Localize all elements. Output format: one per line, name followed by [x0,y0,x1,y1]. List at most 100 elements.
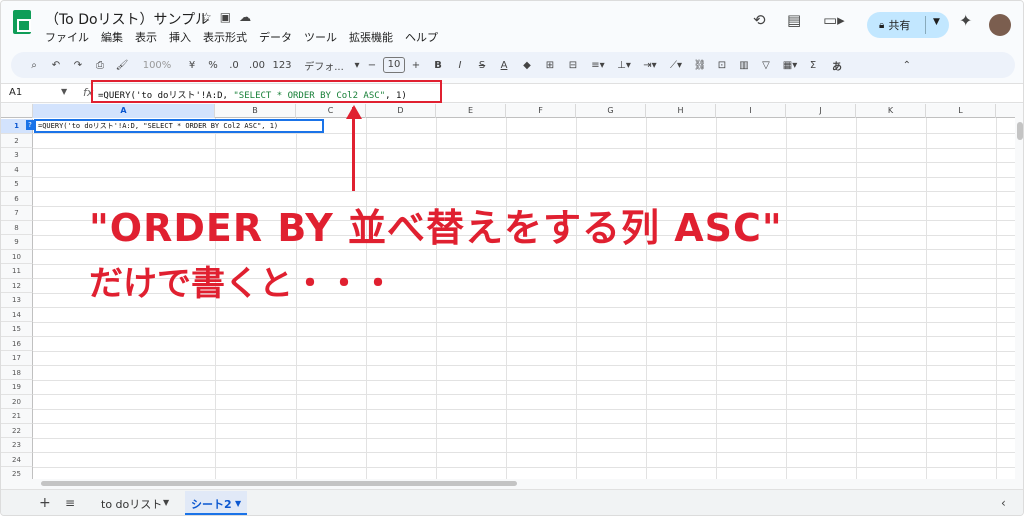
input-tools-button[interactable]: あ [823,58,851,73]
search-menus-icon[interactable]: ⌕ [23,60,45,71]
share-button[interactable]: 🔒︎ 共有 ▼ [867,12,949,38]
insert-chart-icon[interactable]: ▥ [733,60,755,71]
row-header[interactable]: 16 [1,336,33,351]
menu-extensions[interactable]: 拡張機能 [349,29,393,45]
name-box[interactable]: A1 [9,87,22,98]
borders-icon[interactable]: ⊞ [539,60,561,71]
column-header[interactable]: F [506,104,576,118]
row-header[interactable]: 20 [1,394,33,409]
zoom-select[interactable]: 100% [133,60,181,71]
bold-button[interactable]: B [427,60,449,71]
column-header[interactable]: K [856,104,926,118]
menu-file[interactable]: ファイル [45,29,89,45]
name-box-dropdown-icon[interactable]: ▼ [61,87,67,96]
row-header[interactable]: 13 [1,293,33,308]
row-header[interactable]: 12 [1,278,33,293]
row-header[interactable]: 10 [1,249,33,264]
comment-icon[interactable]: ▤ [787,11,801,29]
insert-link-icon[interactable]: ⛓ [689,60,711,71]
italic-button[interactable]: I [449,60,471,71]
text-wrap-icon[interactable]: ⇥▾ [637,60,663,71]
column-header[interactable]: J [786,104,856,118]
text-rotation-icon[interactable]: ⟋▾ [663,60,689,71]
insert-comment-icon[interactable]: ⊡ [711,60,733,71]
sheet-tab-menu-icon[interactable]: ▼ [235,499,241,508]
history-icon[interactable]: ⟲ [753,11,766,29]
row-header[interactable]: 24 [1,452,33,467]
row-header[interactable]: 19 [1,380,33,395]
row-header[interactable]: 21 [1,409,33,424]
row-header[interactable]: 18 [1,365,33,380]
column-header[interactable]: I [716,104,786,118]
sheet-tab-menu-icon[interactable]: ▼ [163,498,169,507]
number-format-button[interactable]: 123 [269,60,295,71]
increase-decimal-button[interactable]: .00 [245,60,269,71]
column-header[interactable]: D [366,104,436,118]
percent-format-button[interactable]: % [203,60,223,71]
cell-a1[interactable]: =QUERY('to doリスト'!A:D, "SELECT * ORDER B… [34,119,324,133]
font-dropdown-icon[interactable]: ▾ [353,60,361,71]
add-sheet-icon[interactable]: + [39,495,51,511]
share-dropdown-icon[interactable]: ▼ [933,17,940,27]
undo-icon[interactable]: ↶ [45,60,67,71]
meet-icon[interactable]: ▭▸ [823,11,845,29]
menu-format[interactable]: 表示形式 [203,29,247,45]
row-header[interactable]: 14 [1,307,33,322]
cloud-status-icon[interactable]: ☁ [239,10,259,24]
menu-view[interactable]: 表示 [135,29,157,45]
collapse-toolbar-icon[interactable]: ⌃ [851,60,911,71]
sheets-logo-icon[interactable] [13,10,31,34]
menu-tools[interactable]: ツール [304,29,337,45]
strikethrough-button[interactable]: S [471,60,493,71]
redo-icon[interactable]: ↷ [67,60,89,71]
row-header[interactable]: 5 [1,177,33,192]
vertical-scroll-thumb[interactable] [1017,122,1023,140]
decrease-decimal-button[interactable]: .0 [223,60,245,71]
print-icon[interactable]: ⎙ [89,60,111,71]
formula-hint-icon[interactable]: ? [26,120,34,130]
menu-data[interactable]: データ [259,29,292,45]
row-header[interactable]: 22 [1,423,33,438]
menu-help[interactable]: ヘルプ [405,29,438,45]
sheet-tab-active[interactable]: シート2 ▼ [185,491,247,515]
column-header[interactable]: A [33,104,215,118]
text-color-button[interactable]: A [493,60,515,71]
column-header[interactable]: H [646,104,716,118]
select-all-corner[interactable] [1,104,33,118]
currency-format-button[interactable]: ¥ [181,60,203,71]
all-sheets-icon[interactable]: ≡ [65,496,75,510]
merge-cells-icon[interactable]: ⊟ [561,60,585,71]
row-header[interactable]: 3 [1,148,33,163]
menu-edit[interactable]: 編集 [101,29,123,45]
sheet-tab[interactable]: to doリスト [101,496,162,512]
font-size-decrease-button[interactable]: − [361,60,383,71]
filter-icon[interactable]: ▽ [755,60,777,71]
horizontal-align-icon[interactable]: ≡▾ [585,60,611,71]
row-header[interactable]: 8 [1,220,33,235]
avatar[interactable] [989,14,1011,36]
column-header[interactable]: L [926,104,996,118]
row-header[interactable]: 15 [1,322,33,337]
collapse-panel-icon[interactable]: ‹ [1001,496,1006,510]
row-header[interactable]: 9 [1,235,33,250]
star-icon[interactable]: ☆ [201,10,220,24]
fill-color-icon[interactable]: ◆ [515,60,539,71]
menu-insert[interactable]: 挿入 [169,29,191,45]
horizontal-scroll-thumb[interactable] [41,481,517,486]
font-select[interactable]: デフォ... [295,58,353,73]
paint-format-icon[interactable]: 🖌︎ [111,60,133,71]
row-header[interactable]: 17 [1,351,33,366]
column-header[interactable]: B [215,104,296,118]
row-header[interactable]: 11 [1,264,33,279]
row-header[interactable]: 6 [1,191,33,206]
row-header[interactable]: 2 [1,133,33,148]
font-size-increase-button[interactable]: + [405,60,427,71]
vertical-scrollbar[interactable] [1015,104,1023,489]
font-size-input[interactable]: 10 [383,57,405,73]
functions-button[interactable]: Σ [803,60,823,71]
column-header[interactable]: E [436,104,506,118]
horizontal-scrollbar[interactable] [1,479,1015,489]
row-header[interactable]: 7 [1,206,33,221]
row-header[interactable]: 23 [1,438,33,453]
doc-title[interactable]: （To Doリスト）サンプル [45,9,209,29]
